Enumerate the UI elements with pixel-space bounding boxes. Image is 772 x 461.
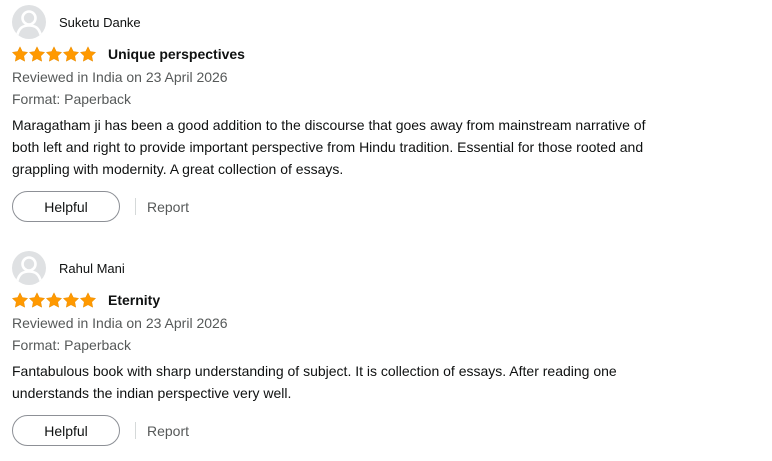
report-link[interactable]: Report: [147, 423, 189, 439]
star-icon: [80, 292, 96, 308]
star-icon: [46, 292, 62, 308]
review-title-row: Unique perspectives: [12, 44, 760, 64]
review-format: Format: Paperback: [12, 337, 132, 353]
review-title[interactable]: Eternity: [108, 292, 160, 308]
review-body-line: Maragatham ji has been a good addition t…: [12, 117, 646, 133]
review-format: Format: Paperback: [12, 91, 132, 107]
review-date: Reviewed in India on 23 April 2026: [12, 69, 228, 85]
review-body: Fantabulous book with sharp understandin…: [12, 360, 752, 404]
report-link[interactable]: Report: [147, 199, 189, 215]
divider: [135, 422, 136, 439]
star-icon: [63, 292, 79, 308]
reviewer-profile[interactable]: Rahul Mani: [12, 251, 760, 285]
review-actions: Helpful Report: [12, 191, 760, 222]
review-title[interactable]: Unique perspectives: [108, 46, 245, 62]
reviewer-profile[interactable]: Suketu Danke: [12, 5, 760, 39]
review-card: Suketu Danke Unique perspectives Reviewe…: [12, 5, 760, 222]
avatar-icon: [12, 251, 46, 285]
review-body-line: both left and right to provide important…: [12, 139, 644, 155]
reviewer-name[interactable]: Suketu Danke: [59, 15, 141, 30]
star-icon: [63, 46, 79, 62]
review-card: Rahul Mani Eternity Reviewed in India on…: [12, 251, 760, 446]
helpful-button[interactable]: Helpful: [12, 191, 120, 222]
review-body-line: Fantabulous book with sharp understandin…: [12, 363, 617, 379]
star-icon: [80, 46, 96, 62]
star-icon: [29, 292, 45, 308]
review-actions: Helpful Report: [12, 415, 760, 446]
review-date: Reviewed in India on 23 April 2026: [12, 315, 228, 331]
helpful-button[interactable]: Helpful: [12, 415, 120, 446]
reviewer-name[interactable]: Rahul Mani: [59, 261, 125, 276]
star-icon: [12, 46, 28, 62]
avatar-icon: [12, 5, 46, 39]
review-body-line: grappling with modernity. A great collec…: [12, 161, 344, 177]
star-icon: [29, 46, 45, 62]
review-body: Maragatham ji has been a good addition t…: [12, 114, 752, 180]
star-icon: [12, 292, 28, 308]
review-title-row: Eternity: [12, 290, 760, 310]
divider: [135, 198, 136, 215]
star-icon: [46, 46, 62, 62]
star-rating[interactable]: [12, 46, 96, 62]
review-body-line: understands the indian perspective very …: [12, 385, 292, 401]
star-rating[interactable]: [12, 292, 96, 308]
